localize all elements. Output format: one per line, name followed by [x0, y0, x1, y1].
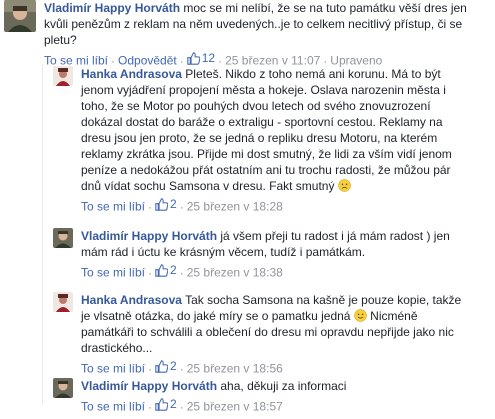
like-count[interactable]: 2 — [155, 262, 177, 278]
comment-author[interactable]: Hanka Andrasova — [81, 293, 182, 307]
like-count-value: 2 — [170, 263, 177, 277]
timestamp[interactable]: 25 březen v 18:56 — [187, 362, 283, 376]
like-count-value: 12 — [201, 51, 216, 65]
reply: Vladimír Happy Horváth aha, děkuji za in… — [53, 378, 483, 415]
like-count[interactable]: 12 — [187, 50, 215, 66]
thumbs-up-icon — [187, 51, 200, 65]
comment-author[interactable]: Vladimír Happy Horváth — [44, 1, 180, 15]
like-count[interactable]: 2 — [155, 196, 177, 212]
like-count-value: 2 — [170, 197, 177, 211]
like-link[interactable]: To se mi líbí — [81, 400, 145, 414]
timestamp[interactable]: 25 březen v 18:28 — [187, 200, 283, 214]
like-link[interactable]: To se mi líbí — [81, 362, 145, 376]
thumbs-up-icon — [155, 397, 169, 411]
reply: Vladimír Happy Horváth já všem přeji tu … — [53, 228, 483, 281]
thumbs-up-icon — [155, 263, 169, 277]
like-count-value: 2 — [170, 359, 177, 373]
like-count[interactable]: 2 — [155, 358, 177, 374]
comment-actions: To se mi líbí · 2 · 25 březen v 18:38 — [81, 262, 283, 280]
comment-text: aha, děkuji za informaci — [220, 379, 347, 393]
frown-emoji-icon — [338, 179, 351, 192]
avatar-image — [53, 228, 73, 248]
timestamp[interactable]: 25 březen v 18:38 — [187, 266, 283, 280]
avatar[interactable] — [53, 66, 73, 86]
thumbs-up-icon — [155, 359, 169, 373]
like-link[interactable]: To se mi líbí — [81, 266, 145, 280]
comment: Vladimír Happy Horváth moc se mi nelíbí,… — [4, 0, 492, 69]
comment-author[interactable]: Vladimír Happy Horváth — [81, 229, 217, 243]
thumbs-up-icon — [155, 197, 169, 211]
comment-actions: To se mi líbí · 2 · 25 březen v 18:28 — [81, 196, 283, 214]
avatar[interactable] — [53, 292, 73, 312]
comment-actions: To se mi líbí · 2 · 25 březen v 18:56 — [81, 358, 283, 376]
avatar-image — [53, 378, 73, 398]
smile-emoji-icon — [354, 309, 367, 322]
reply: Hanka Andrasova Tak socha Samsona na kaš… — [53, 292, 483, 377]
avatar[interactable] — [53, 228, 73, 248]
avatar[interactable] — [4, 0, 36, 32]
timestamp[interactable]: 25 březen v 18:57 — [187, 400, 283, 414]
comment-author[interactable]: Hanka Andrasova — [81, 67, 182, 81]
like-link[interactable]: To se mi líbí — [81, 200, 145, 214]
comment-author[interactable]: Vladimír Happy Horváth — [81, 379, 217, 393]
reply-thread-line — [42, 64, 43, 404]
avatar-image — [53, 292, 73, 312]
reply: Hanka Andrasova Pleteš. Nikdo z toho nem… — [53, 66, 483, 215]
avatar-image — [53, 66, 73, 86]
comment-actions: To se mi líbí · 2 · 25 březen v 18:57 — [81, 396, 283, 414]
avatar[interactable] — [53, 378, 73, 398]
comment-text: Pleteš. Nikdo z toho nemá ani korunu. Má… — [81, 67, 452, 193]
avatar-image — [4, 0, 36, 32]
like-count-value: 2 — [170, 397, 177, 411]
comment-thread: Vladimír Happy Horváth moc se mi nelíbí,… — [0, 0, 495, 419]
like-count[interactable]: 2 — [155, 396, 177, 412]
